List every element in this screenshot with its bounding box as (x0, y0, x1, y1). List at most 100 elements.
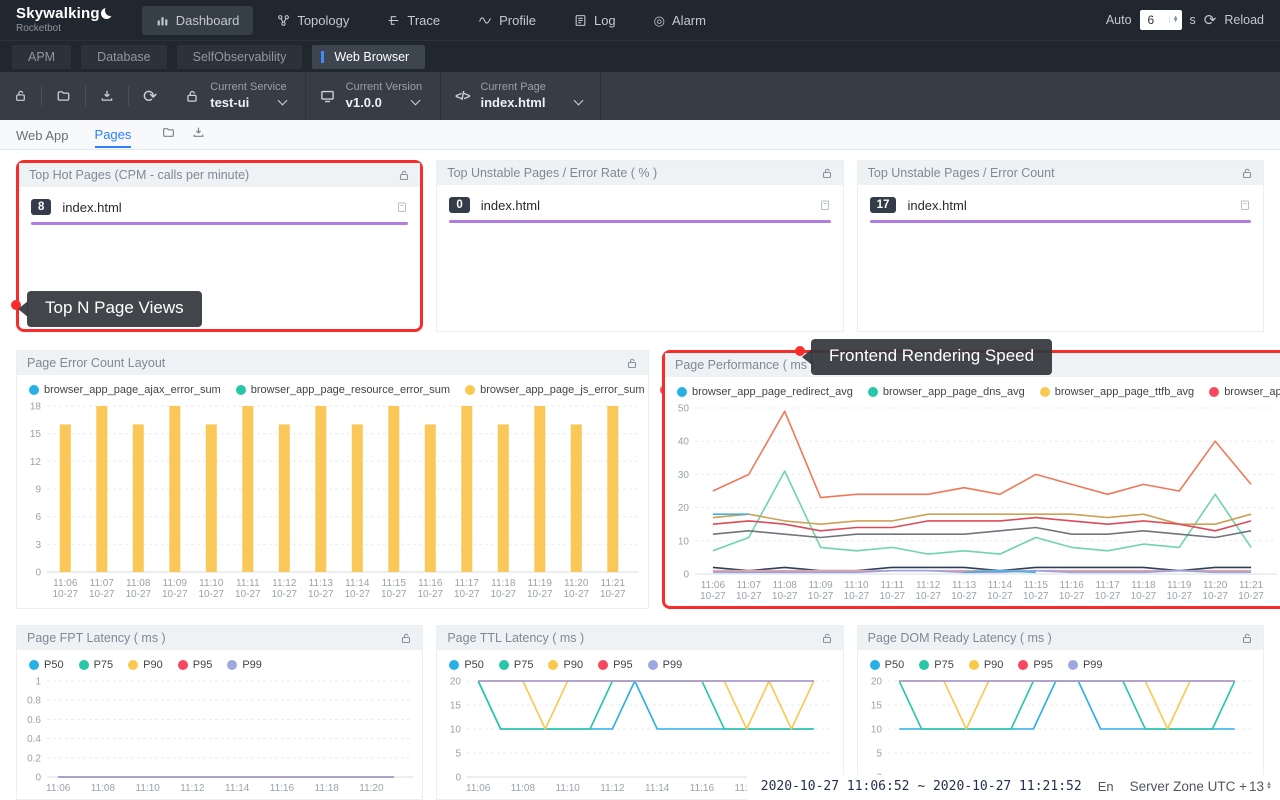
card-title: Page Performance ( ms ) (675, 358, 815, 372)
page-fpt-latency-card: Page FPT Latency ( ms ) P50P75P90P95P99 … (16, 625, 423, 800)
svg-text:0: 0 (456, 773, 462, 784)
list-item[interactable]: 8 index.html (19, 187, 420, 215)
list-item[interactable]: 0 index.html (437, 185, 842, 213)
download-icon[interactable] (192, 126, 205, 144)
version-label: Current Version (346, 81, 422, 95)
menu-item-dashboard[interactable]: Dashboard (142, 6, 254, 35)
svg-text:11:06: 11:06 (701, 580, 726, 591)
current-service-selector[interactable]: Current Service test-ui (171, 72, 305, 120)
folder-icon[interactable] (42, 86, 86, 106)
brand-logo: Skywalking Rocketbot (16, 6, 116, 34)
auto-refresh-controls: Auto 6 ▲▼ s ⟳ Reload (1106, 10, 1264, 30)
auto-refresh-input[interactable]: 6 ▲▼ (1140, 10, 1182, 30)
legend-item[interactable]: browser_app_page_ttfb_avg (1040, 386, 1194, 398)
tab-pages[interactable]: Pages (95, 122, 132, 148)
legend-item[interactable]: P50 (870, 659, 905, 671)
legend-item[interactable]: P90 (969, 659, 1004, 671)
clipboard-icon[interactable] (1239, 198, 1251, 212)
lock-icon[interactable] (1241, 167, 1253, 180)
svg-text:11:08: 11:08 (773, 580, 798, 591)
legend-item[interactable]: P75 (499, 659, 534, 671)
menu-item-alarm[interactable]: ◎ Alarm (640, 6, 720, 35)
version-value: v1.0.0 (346, 95, 382, 111)
legend-dot (465, 385, 475, 395)
lock-icon[interactable] (626, 357, 638, 370)
chevron-down-icon (574, 96, 584, 106)
tab-database[interactable]: Database (81, 45, 167, 69)
svg-text:10: 10 (678, 536, 690, 547)
legend-dot (868, 387, 878, 397)
svg-text:1: 1 (35, 677, 41, 688)
workspace-tabs: APM Database SelfObservability Web Brows… (0, 40, 1280, 72)
server-zone-control[interactable]: Server Zone UTC +13 ▲▼ (1130, 779, 1272, 794)
svg-text:10-27: 10-27 (1131, 591, 1157, 602)
main-menu: Dashboard Topology Trace Profile Log ◎ A… (142, 6, 720, 35)
legend-item[interactable]: browser_app_page_resource_error_sum (236, 384, 450, 396)
legend-item[interactable]: browser_app_page_ajax_error_sum (29, 384, 221, 396)
brand-title: Skywalking (16, 6, 100, 21)
current-page-selector[interactable]: </> Current Page index.html (441, 72, 601, 120)
svg-text:10-27: 10-27 (527, 589, 553, 600)
legend-dot (919, 660, 929, 670)
menu-item-profile[interactable]: Profile (464, 6, 550, 35)
lock-icon[interactable] (821, 632, 833, 645)
list-item[interactable]: 17 index.html (858, 185, 1263, 213)
stepper-arrows[interactable]: ▲▼ (1266, 783, 1272, 790)
tab-web-app[interactable]: Web App (16, 123, 69, 147)
reload-icon[interactable]: ⟳ (1204, 11, 1217, 29)
annotated-top-hot-pages: Top Hot Pages (CPM - calls per minute) 8… (16, 160, 423, 332)
card-header: Page TTL Latency ( ms ) (437, 626, 842, 650)
legend-item[interactable]: P95 (1018, 659, 1053, 671)
legend-item[interactable]: P99 (227, 659, 262, 671)
legend-item[interactable]: P95 (598, 659, 633, 671)
time-range-picker[interactable]: 2020-10-27 11:06:52 ~ 2020-10-27 11:21:5… (761, 779, 1082, 794)
chart-legend: P50 P75 P90 P95 P99 (17, 650, 422, 673)
lock-icon[interactable] (398, 169, 410, 182)
tab-apm[interactable]: APM (12, 45, 71, 69)
menu-item-trace[interactable]: Trace (373, 6, 454, 35)
tab-web-browser[interactable]: Web Browser (312, 45, 425, 69)
legend-item[interactable]: P99 (1068, 659, 1103, 671)
legend-item[interactable]: P75 (79, 659, 114, 671)
legend-item[interactable]: P90 (548, 659, 583, 671)
menu-item-log[interactable]: Log (560, 6, 630, 35)
svg-text:11:10: 11:10 (199, 578, 224, 589)
legend-dot (79, 660, 89, 670)
svg-text:11:11: 11:11 (881, 580, 905, 591)
reload-button[interactable]: Reload (1224, 13, 1264, 27)
legend-dot (870, 660, 880, 670)
legend-item[interactable]: P99 (648, 659, 683, 671)
svg-text:11:07: 11:07 (737, 580, 762, 591)
clipboard-icon[interactable] (819, 198, 831, 212)
download-icon[interactable] (86, 86, 129, 106)
svg-text:11:20: 11:20 (359, 783, 384, 794)
service-value: test-ui (210, 95, 249, 111)
legend-item[interactable]: browser_app_page_js_error_sum (465, 384, 644, 396)
lock-icon[interactable] (0, 86, 42, 106)
legend-item[interactable]: P75 (919, 659, 954, 671)
svg-text:10-27: 10-27 (772, 591, 798, 602)
folder-icon[interactable] (161, 126, 176, 144)
svg-text:10-27: 10-27 (564, 589, 590, 600)
menu-item-topology[interactable]: Topology (263, 6, 363, 35)
legend-item[interactable]: P95 (178, 659, 213, 671)
clipboard-icon[interactable] (396, 200, 408, 214)
legend-item[interactable]: P90 (128, 659, 163, 671)
svg-text:11:14: 11:14 (988, 580, 1013, 591)
lock-icon[interactable] (821, 167, 833, 180)
svg-text:11:18: 11:18 (491, 578, 516, 589)
legend-item[interactable]: browser_app_page_redirect_avg (677, 386, 853, 398)
refresh-icon[interactable]: ⟳ (129, 86, 171, 106)
tab-selfobservability[interactable]: SelfObservability (177, 45, 303, 69)
language-toggle[interactable]: En (1098, 779, 1114, 794)
legend-item[interactable]: P50 (29, 659, 64, 671)
current-version-selector[interactable]: Current Version v1.0.0 (306, 72, 441, 120)
lock-icon[interactable] (400, 632, 412, 645)
lock-icon[interactable] (1241, 632, 1253, 645)
legend-item[interactable]: browser_app_page_tcp_avg (1209, 386, 1280, 398)
stepper-arrows[interactable]: ▲▼ (1169, 17, 1179, 24)
svg-text:11:20: 11:20 (1203, 580, 1228, 591)
legend-item[interactable]: browser_app_page_dns_avg (868, 386, 1025, 398)
svg-text:10-27: 10-27 (808, 591, 834, 602)
legend-item[interactable]: P50 (449, 659, 484, 671)
